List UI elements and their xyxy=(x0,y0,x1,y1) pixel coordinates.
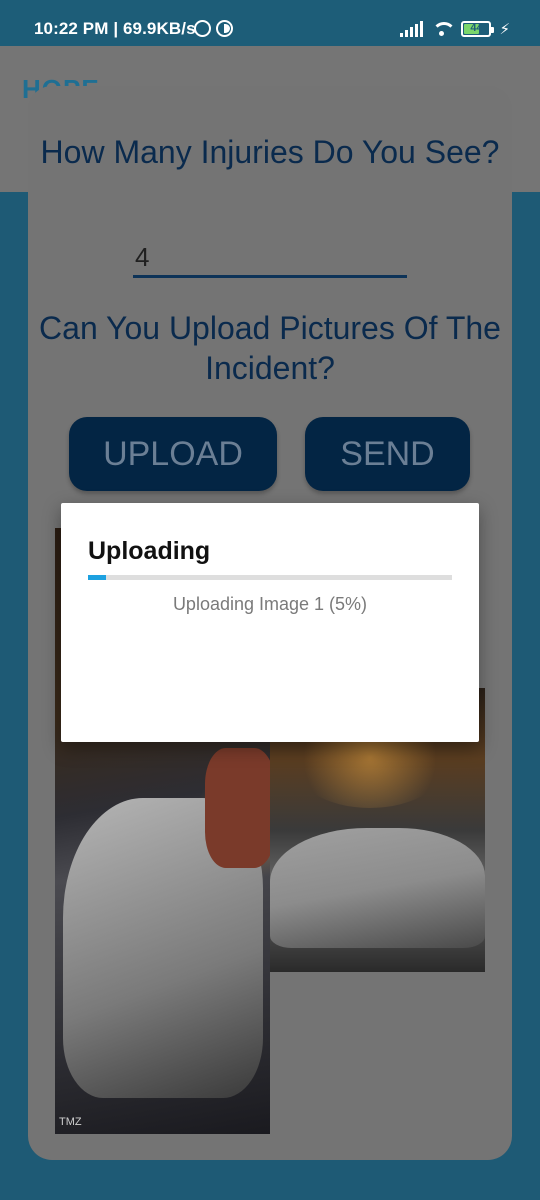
pictures-question: Can You Upload Pictures Of The Incident? xyxy=(39,310,501,386)
app-circle-icon xyxy=(216,20,233,37)
wifi-icon xyxy=(431,21,457,37)
dialog-title: Uploading xyxy=(88,537,211,565)
status-right-icons: 44 ⚡ xyxy=(400,20,510,38)
injuries-input[interactable] xyxy=(133,240,407,278)
status-time: 10:22 PM | 69.9KB/s xyxy=(34,19,196,38)
signal-icon xyxy=(400,21,424,37)
upload-button[interactable]: UPLOAD xyxy=(69,417,277,491)
upload-dialog: Uploading Uploading Image 1 (5%) xyxy=(61,503,479,742)
upload-progress-fill xyxy=(88,575,107,580)
photo-watermark: TMZ xyxy=(59,1116,82,1128)
status-bar: 10:22 PM | 69.9KB/s 44 ⚡ xyxy=(0,0,540,46)
injuries-question: How Many Injuries Do You See? xyxy=(40,134,500,170)
whatsapp-icon xyxy=(194,20,211,37)
charging-icon: ⚡ xyxy=(499,21,510,38)
dialog-message: Uploading Image 1 (5%) xyxy=(172,594,368,614)
battery-level: 44 xyxy=(470,22,483,34)
battery-icon: 44 xyxy=(461,21,495,37)
status-left-icons xyxy=(194,20,233,37)
upload-progress-bar xyxy=(88,575,452,580)
send-button[interactable]: SEND xyxy=(305,417,470,491)
